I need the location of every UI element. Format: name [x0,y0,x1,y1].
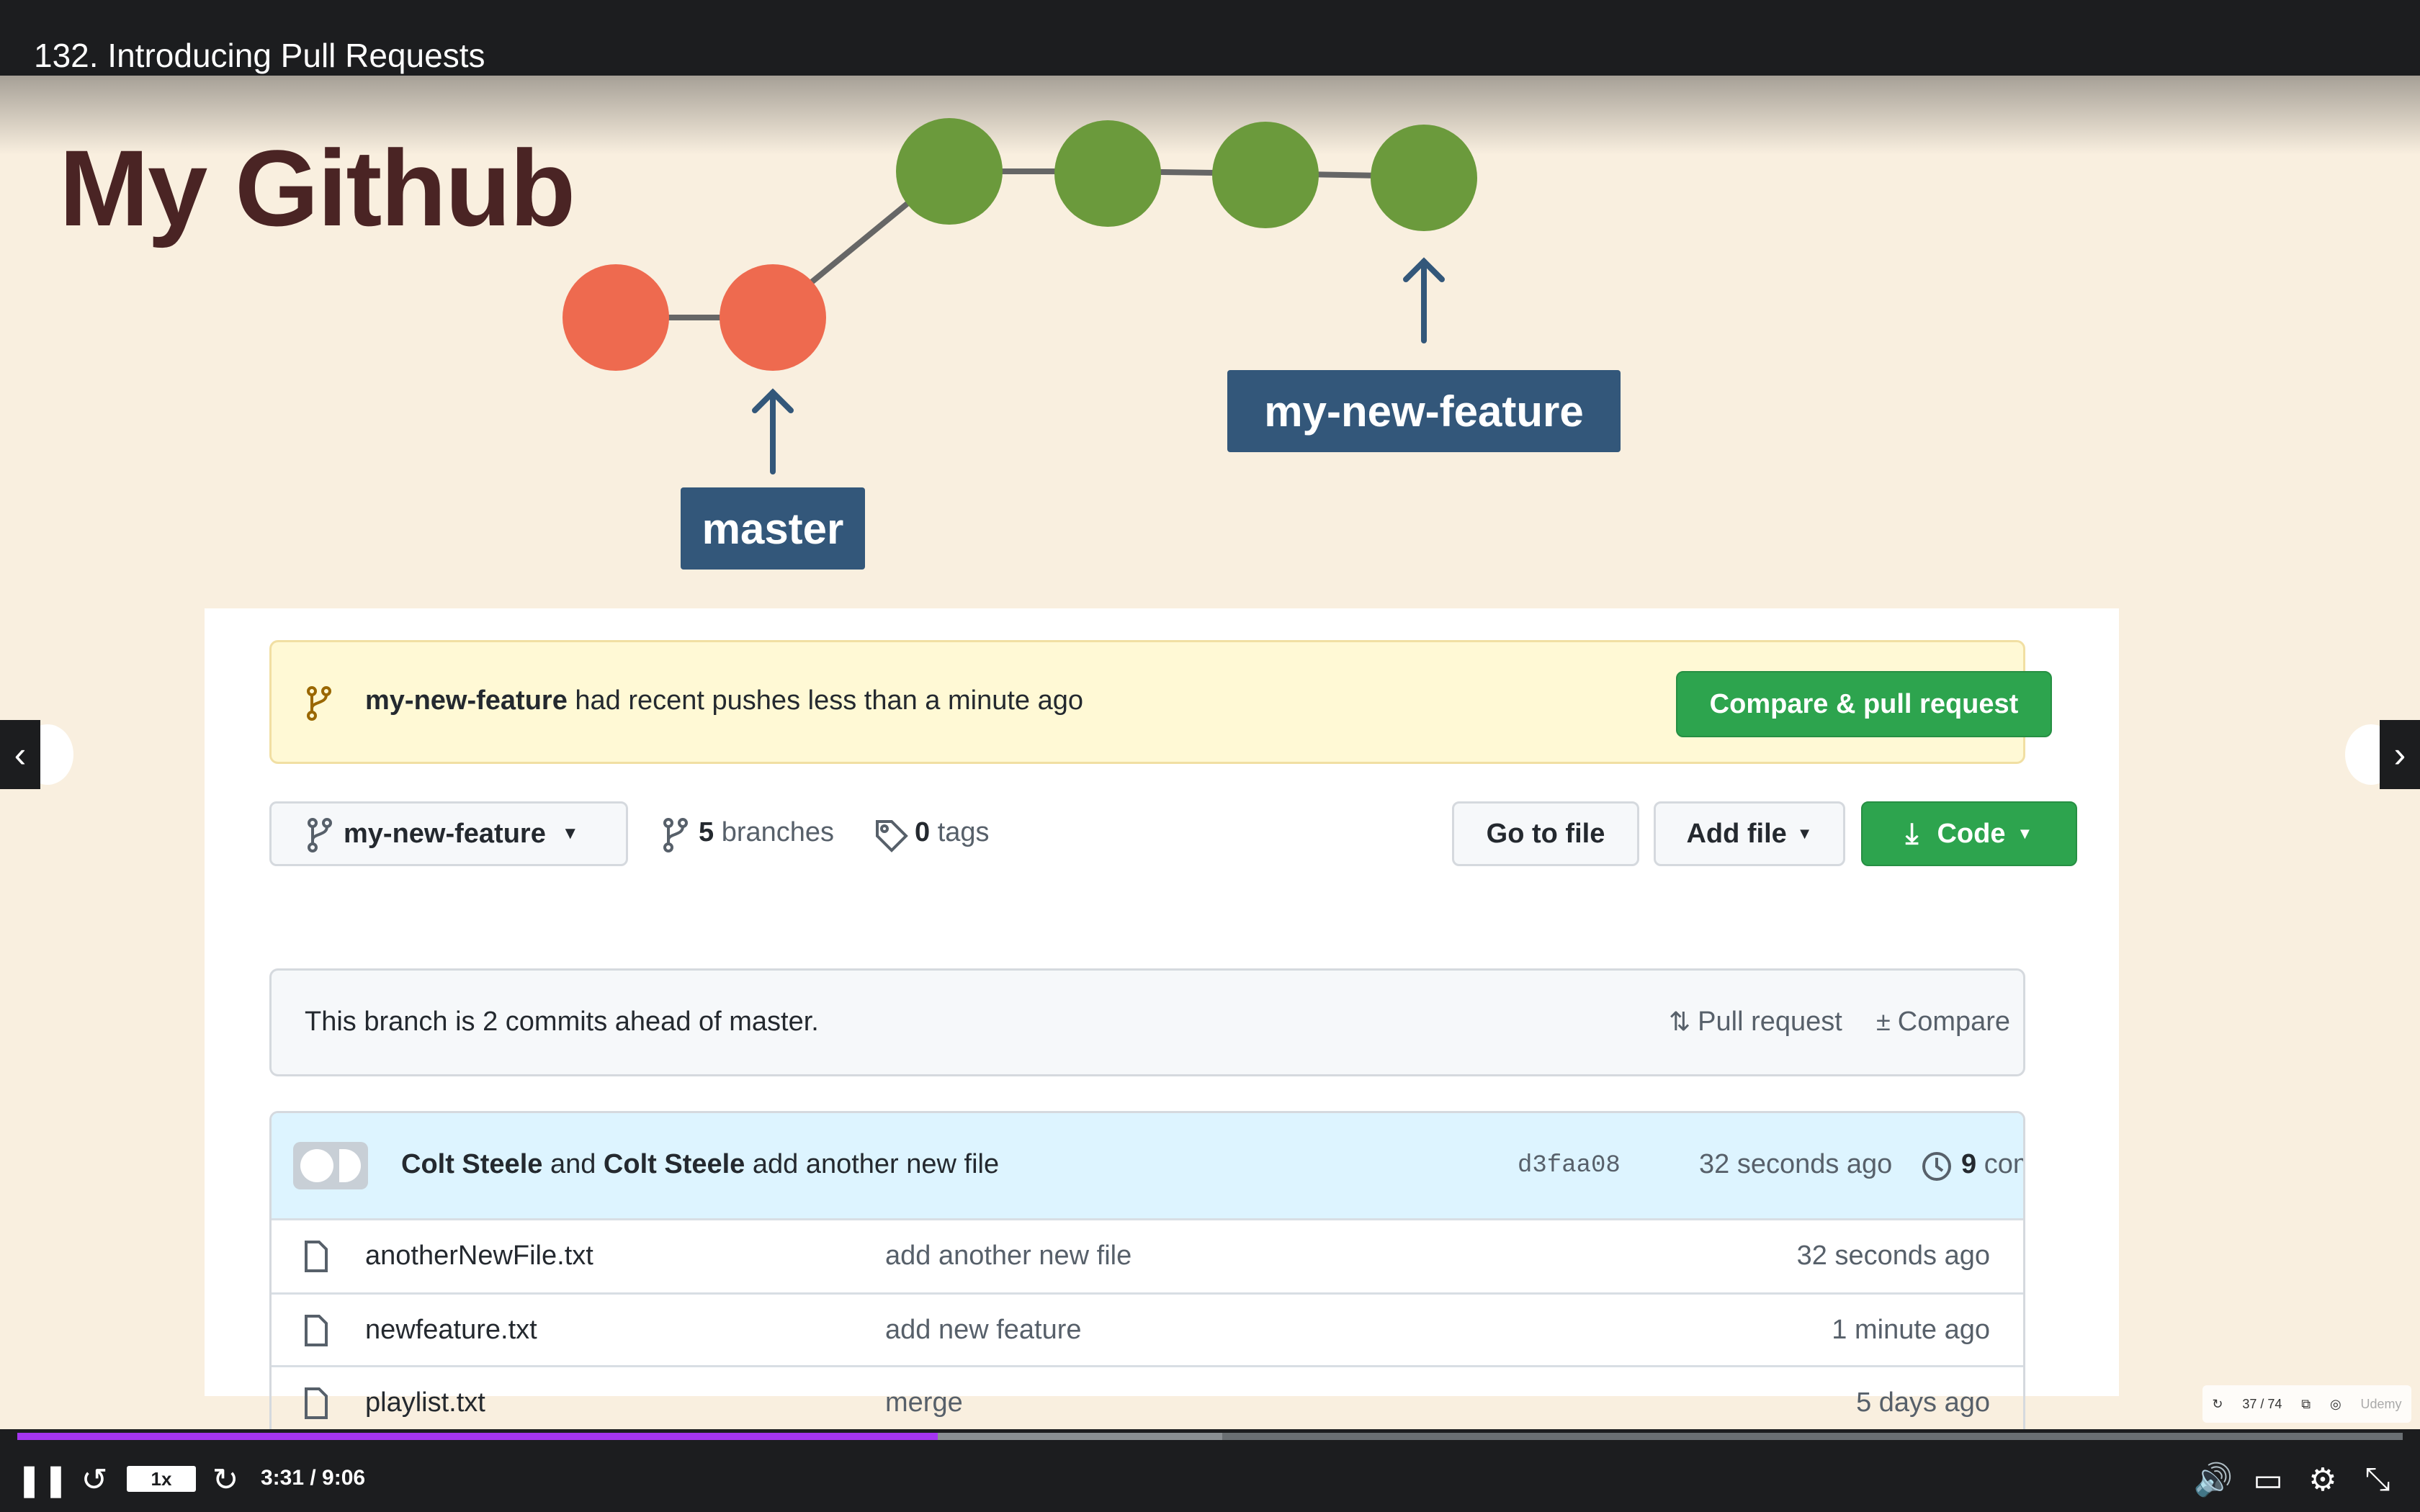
mini-counter: 37 / 74 [2242,1396,2282,1411]
commits-label: commits [1984,1149,2023,1179]
chevron-down-icon: ▼ [561,824,579,843]
pull-request-icon: ⇅ [1669,1007,1691,1036]
github-avatar-icon [300,1149,333,1182]
tags-count: 0 [915,817,931,847]
volume-icon[interactable]: 🔊 [2194,1462,2233,1498]
commit-summary: Colt Steele and Colt Steele add another … [401,1149,999,1180]
file-time: 1 minute ago [1832,1315,1990,1345]
branch-select-label: my-new-feature [344,818,546,849]
feature-commit-1 [896,118,1003,225]
chevron-down-icon: ▼ [2017,824,2033,842]
file-name[interactable]: playlist.txt [365,1387,485,1418]
commits-count: 9 [1961,1149,1977,1179]
commit-time: 32 seconds ago [1699,1149,1893,1179]
file-icon [305,1315,328,1346]
commits-link[interactable]: 9 commits [1961,1149,2023,1180]
feature-commit-3 [1212,122,1319,228]
commit-message[interactable]: add another new file [745,1149,999,1179]
commit-coauthor[interactable]: Colt Steele [604,1149,745,1179]
file-commit-message[interactable]: merge [885,1387,963,1418]
file-time: 32 seconds ago [1796,1241,1990,1271]
commit-and: and [542,1149,604,1179]
branch-icon [307,686,331,721]
chevron-down-icon: ▼ [1796,824,1813,842]
broadcast-icon[interactable]: ◎ [2330,1397,2341,1412]
settings-gear-icon[interactable]: ⚙ [2303,1462,2342,1498]
branch-ahead-box: This branch is 2 commits ahead of master… [269,968,2025,1076]
master-commit-2 [720,264,826,371]
feature-commit-2 [1054,120,1161,227]
playback-speed-button[interactable]: 1x [127,1466,196,1492]
udemy-watermark: Udemy [2360,1396,2402,1411]
code-button-label: Code [1937,818,2006,849]
file-list: Colt Steele and Colt Steele add another … [269,1111,2025,1429]
branches-count: 5 [699,817,714,847]
branches-icon [663,818,688,852]
file-name[interactable]: anotherNewFile.txt [365,1241,593,1272]
commit-author[interactable]: Colt Steele [401,1149,542,1179]
replay-icon[interactable]: ↻ [2212,1397,2223,1412]
file-time: 5 days ago [1856,1387,1990,1418]
latest-commit-row: Colt Steele and Colt Steele add another … [272,1113,2023,1220]
branches-link[interactable]: 5 branches [699,817,834,848]
chevron-left-icon: ‹ [14,734,27,775]
avatar [293,1142,368,1189]
add-file-button[interactable]: Add file ▼ [1654,801,1845,866]
lecture-title: 132. Introducing Pull Requests [34,37,485,74]
file-icon [305,1387,328,1419]
file-row[interactable]: newfeature.txt add new feature 1 minute … [272,1292,2023,1367]
captions-icon[interactable]: ▭ [2249,1462,2287,1498]
file-name[interactable]: newfeature.txt [365,1315,537,1346]
add-file-label: Add file [1686,818,1787,849]
previous-lecture-button[interactable]: ‹ [0,720,40,789]
file-commit-message[interactable]: add another new file [885,1241,1131,1272]
rewind-icon[interactable]: ↺ [76,1462,112,1498]
compare-pull-request-button[interactable]: Compare & pull request [1676,671,2052,737]
file-row[interactable]: playlist.txt merge 5 days ago [272,1365,2023,1429]
compare-link[interactable]: ± Compare [1876,1007,2010,1038]
github-avatar-icon [339,1149,361,1182]
pull-request-label: Pull request [1698,1007,1842,1037]
banner-branch: my-new-feature [365,685,568,716]
progress-played [17,1433,938,1440]
mini-overlay-controls: ↻ 37 / 74 ⧉ ◎ Udemy [2202,1385,2411,1423]
chevron-right-icon: › [2393,734,2406,775]
next-lecture-button[interactable]: › [2380,720,2420,789]
code-button[interactable]: ⤓ Code ▼ [1861,801,2077,866]
branches-label: branches [714,817,835,847]
commit-sha[interactable]: d3faa08 [1518,1152,1621,1179]
banner-text: my-new-feature had recent pushes less th… [365,685,1083,716]
tag-icon [876,820,908,852]
github-repo-panel: my-new-feature had recent pushes less th… [205,608,2119,1429]
exit-fullscreen-icon[interactable]: ⤡ [2358,1462,2397,1498]
file-icon [305,1241,328,1272]
feature-label: my-new-feature [1227,370,1621,452]
master-label: master [681,487,865,570]
banner-message: had recent pushes less than a minute ago [567,685,1083,716]
recent-push-banner: my-new-feature had recent pushes less th… [269,640,2052,764]
file-commit-message[interactable]: add new feature [885,1315,1082,1346]
video-slide: My Github master my-new-feature my-new-f… [0,76,2420,1429]
tags-label: tags [930,817,990,847]
download-icon: ⤓ [1905,817,1919,850]
compare-label: Compare [1897,1007,2011,1037]
time-readout: 3:31 / 9:06 [261,1466,366,1490]
branch-icon [308,818,332,852]
pull-request-link[interactable]: ⇅ Pull request [1669,1007,1842,1038]
feature-commit-4 [1371,125,1477,231]
pause-icon[interactable]: ❚❚ [16,1462,69,1498]
commit-diagram [563,118,1477,474]
branch-ahead-text: This branch is 2 commits ahead of master… [305,1007,819,1037]
master-commit-1 [563,264,669,371]
tags-link[interactable]: 0 tags [915,817,990,848]
go-to-file-button[interactable]: Go to file [1452,801,1639,866]
pip-icon[interactable]: ⧉ [2301,1397,2311,1412]
file-row[interactable]: anotherNewFile.txt add another new file … [272,1218,2023,1292]
diff-icon: ± [1876,1007,1891,1036]
history-icon [1922,1152,1951,1181]
forward-icon[interactable]: ↻ [207,1462,243,1498]
